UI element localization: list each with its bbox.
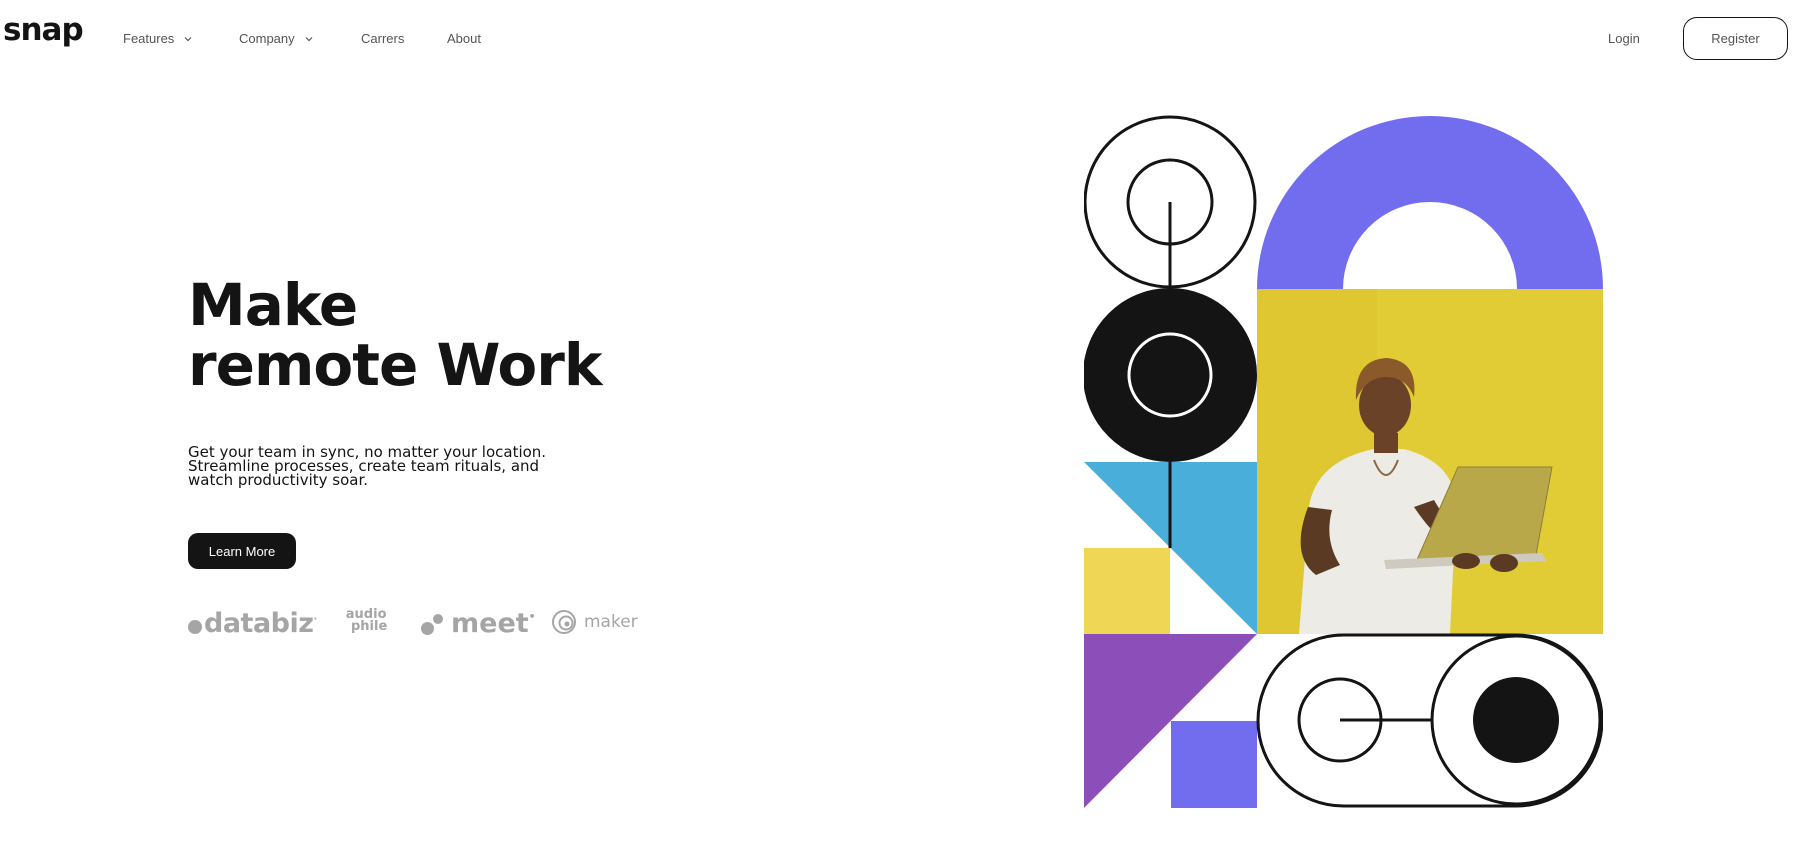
hero-illustration <box>1084 115 1603 808</box>
meet-wordmark: meet <box>451 608 529 639</box>
learn-more-button[interactable]: Learn More <box>188 533 296 569</box>
audiophile-logo: audio phile <box>345 608 388 634</box>
maker-spiral-icon <box>552 610 576 634</box>
meet-dots-icon <box>421 610 447 638</box>
meet-mark: • <box>528 610 536 623</box>
maker-logo: maker <box>552 610 638 634</box>
databiz-mark: · <box>313 614 317 625</box>
outline-circles-shape <box>1084 115 1257 290</box>
headline-line: Make <box>188 271 358 339</box>
description-line: watch productivity soar. <box>188 471 369 489</box>
nav-item-label: Carrers <box>361 31 405 46</box>
nav-item-label: About <box>447 31 481 46</box>
databiz-wordmark: databiz <box>204 608 314 639</box>
violet-arch-shape <box>1257 116 1603 289</box>
hero-headline: Make remote Work <box>188 271 602 399</box>
databiz-dot-icon <box>188 619 202 634</box>
nav-item-features[interactable]: Features <box>123 31 192 46</box>
black-circle-shape <box>1084 288 1257 462</box>
snap-logo[interactable]: snap <box>3 12 84 48</box>
chevron-down-icon <box>184 36 192 41</box>
headline-line: remote Work <box>188 331 602 399</box>
meet-logo: meet • <box>421 608 536 639</box>
outline-pill-shape <box>1256 633 1603 808</box>
nav-item-label: Features <box>123 31 175 46</box>
login-link[interactable]: Login <box>1608 31 1640 46</box>
register-button[interactable]: Register <box>1683 17 1788 60</box>
nav-item-company[interactable]: Company <box>239 31 313 46</box>
maker-wordmark: maker <box>584 612 638 632</box>
nav-item-about[interactable]: About <box>447 31 481 46</box>
audiophile-wordmark-bottom: phile <box>351 619 388 634</box>
yellow-square-shape <box>1084 548 1170 634</box>
chevron-down-icon <box>305 36 313 41</box>
violet-square-shape <box>1171 721 1257 808</box>
hero-description: Get your team in sync, no matter your lo… <box>188 445 548 489</box>
nav-item-label: Company <box>239 31 295 46</box>
nav-item-carrers[interactable]: Carrers <box>361 31 404 46</box>
databiz-logo: databiz · <box>188 608 317 639</box>
person-photo <box>1257 289 1603 634</box>
